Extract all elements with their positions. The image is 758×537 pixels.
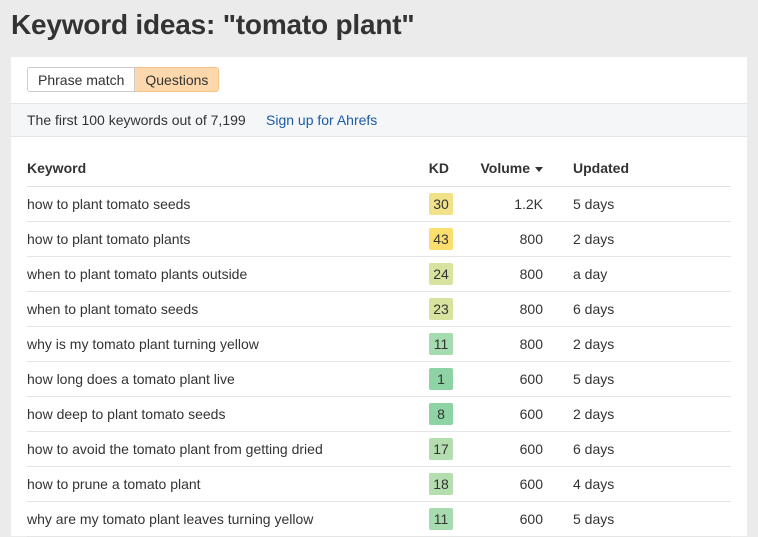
results-count: The first 100 keywords out of 7,199 [27, 112, 246, 128]
kd-badge: 1 [429, 368, 453, 390]
volume-cell: 600 [453, 466, 543, 502]
caret-down-icon [535, 166, 543, 172]
kd-badge: 43 [429, 228, 453, 250]
updated-cell: 6 days [543, 291, 731, 327]
tab-questions[interactable]: Questions [135, 67, 220, 92]
volume-cell: 600 [453, 431, 543, 467]
kd-badge: 24 [429, 263, 453, 285]
keyword-cell[interactable]: how to avoid the tomato plant from getti… [27, 431, 399, 467]
updated-cell: 5 days [543, 501, 731, 537]
kd-cell: 11 [399, 501, 453, 537]
kd-badge: 11 [429, 508, 453, 530]
tab-phrase-match[interactable]: Phrase match [27, 67, 136, 92]
kd-cell: 8 [399, 396, 453, 432]
updated-cell: 5 days [543, 186, 731, 222]
kd-badge: 8 [429, 403, 453, 425]
table-row: when to plant tomato plants outside 24 800… [27, 256, 731, 292]
keyword-cell[interactable]: how deep to plant tomato seeds [27, 396, 399, 432]
volume-cell: 600 [453, 501, 543, 537]
kd-cell: 43 [399, 221, 453, 257]
keyword-panel: Phrase match Questions The first 100 key… [11, 57, 747, 537]
signup-link[interactable]: Sign up for Ahrefs [266, 104, 377, 136]
column-header-volume-label: Volume [480, 160, 530, 176]
volume-cell: 800 [453, 326, 543, 362]
match-type-tabs: Phrase match Questions [27, 67, 220, 92]
column-header-kd[interactable]: KD [399, 150, 453, 187]
results-infobar: The first 100 keywords out of 7,199 Sign… [11, 103, 747, 137]
kd-cell: 30 [399, 186, 453, 222]
keyword-cell[interactable]: how to plant tomato plants [27, 221, 399, 257]
table-row: how to prune a tomato plant 18 600 4 days [27, 466, 731, 502]
keyword-cell[interactable]: how long does a tomato plant live [27, 361, 399, 397]
kd-cell: 18 [399, 466, 453, 502]
kd-cell: 23 [399, 291, 453, 327]
table-header-row: Keyword KD Volume Updated [27, 150, 731, 187]
keyword-cell[interactable]: why are my tomato plant leaves turning y… [27, 501, 399, 537]
volume-cell: 600 [453, 396, 543, 432]
page-title: Keyword ideas: "tomato plant" [11, 9, 415, 40]
column-header-volume[interactable]: Volume [453, 150, 543, 187]
kd-badge: 23 [429, 298, 453, 320]
column-header-keyword[interactable]: Keyword [27, 150, 399, 187]
keywords-table: Keyword KD Volume Updated how to plant t… [27, 150, 731, 537]
keyword-cell[interactable]: how to plant tomato seeds [27, 186, 399, 222]
updated-cell: 2 days [543, 221, 731, 257]
table-row: how to plant tomato plants 43 800 2 days [27, 221, 731, 257]
keyword-cell[interactable]: why is my tomato plant turning yellow [27, 326, 399, 362]
volume-cell: 800 [453, 291, 543, 327]
updated-cell: 4 days [543, 466, 731, 502]
volume-cell: 600 [453, 361, 543, 397]
kd-cell: 17 [399, 431, 453, 467]
table-row: how to avoid the tomato plant from getti… [27, 431, 731, 467]
keyword-cell[interactable]: when to plant tomato plants outside [27, 256, 399, 292]
volume-cell: 800 [453, 221, 543, 257]
table-row: when to plant tomato seeds 23 800 6 days [27, 291, 731, 327]
kd-badge: 18 [429, 473, 453, 495]
keyword-cell[interactable]: how to prune a tomato plant [27, 466, 399, 502]
updated-cell: a day [543, 256, 731, 292]
table-row: how long does a tomato plant live 1 600 5 d… [27, 361, 731, 397]
table-row: how deep to plant tomato seeds 8 600 2 days [27, 396, 731, 432]
updated-cell: 5 days [543, 361, 731, 397]
column-header-updated[interactable]: Updated [543, 150, 731, 187]
kd-cell: 1 [399, 361, 453, 397]
volume-cell: 800 [453, 256, 543, 292]
table-row: why is my tomato plant turning yellow 11 8… [27, 326, 731, 362]
kd-badge: 30 [429, 193, 453, 215]
kd-badge: 11 [429, 333, 453, 355]
table-row: how to plant tomato seeds 30 1.2K 5 days [27, 186, 731, 222]
updated-cell: 6 days [543, 431, 731, 467]
updated-cell: 2 days [543, 326, 731, 362]
volume-cell: 1.2K [453, 186, 543, 222]
kd-badge: 17 [429, 438, 453, 460]
kd-cell: 11 [399, 326, 453, 362]
kd-cell: 24 [399, 256, 453, 292]
updated-cell: 2 days [543, 396, 731, 432]
table-row: why are my tomato plant leaves turning y… [27, 501, 731, 537]
keyword-cell[interactable]: when to plant tomato seeds [27, 291, 399, 327]
